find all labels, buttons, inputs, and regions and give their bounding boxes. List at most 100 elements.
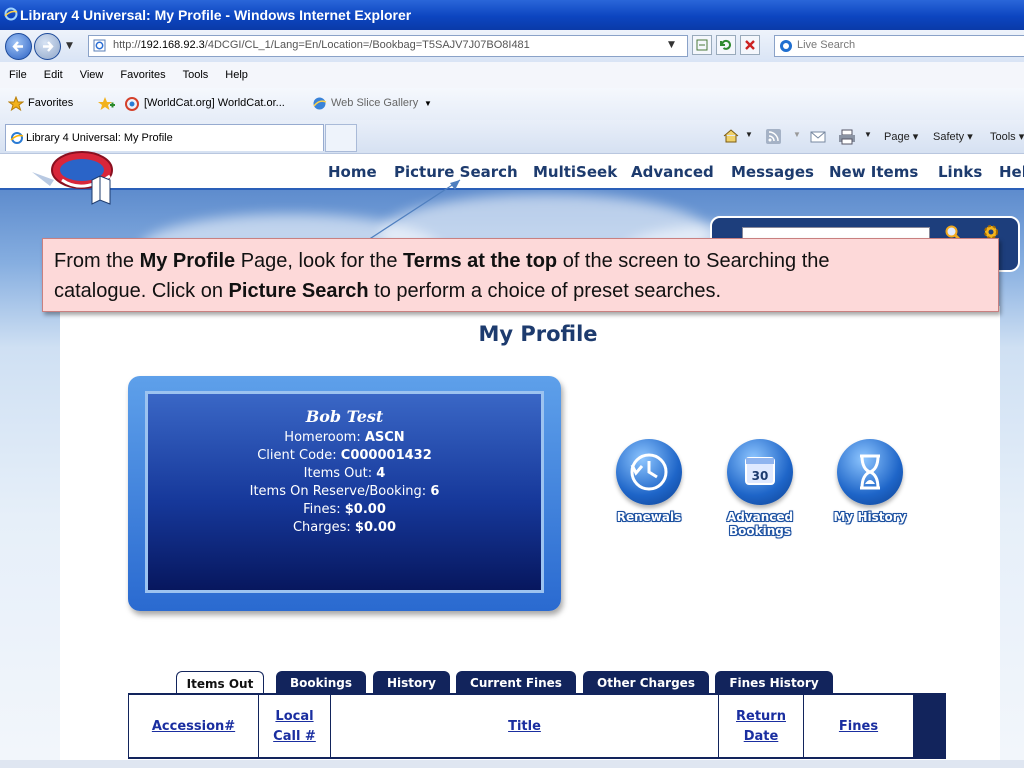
nav-advanced[interactable]: Advanced	[631, 163, 714, 181]
nav-help[interactable]: Hel	[999, 163, 1024, 181]
address-dropdown-icon[interactable]: ▼	[668, 40, 675, 50]
bing-icon	[780, 40, 792, 52]
calendar-day: 30	[752, 469, 769, 483]
tab-ie-icon	[10, 132, 24, 144]
renewals-label: Renewals	[616, 510, 682, 524]
profile-reserve: Items On Reserve/Booking: 6	[249, 484, 440, 499]
menu-file[interactable]: File	[0, 62, 35, 88]
read-mail-icon[interactable]	[810, 130, 826, 144]
items-table: Accession# Local Call # Title Return Date …	[128, 693, 946, 762]
window-titlebar: Library 4 Universal: My Profile - Window…	[0, 0, 1024, 30]
nav-links[interactable]: Links	[938, 163, 982, 181]
profile-card: Bob Test Homeroom: ASCN Client Code: C00…	[128, 376, 561, 611]
stop-button[interactable]	[740, 35, 760, 55]
hourglass-icon	[837, 439, 903, 505]
callout-line-1: From the My Profile Page, look for the T…	[54, 250, 830, 272]
home-icon[interactable]	[722, 128, 740, 144]
col-return-date[interactable]: Return Date	[718, 695, 803, 759]
tab-bookings[interactable]: Bookings	[276, 671, 366, 694]
col-title[interactable]: Title	[330, 695, 718, 759]
forward-arrow-icon	[43, 41, 54, 52]
nav-new-items[interactable]: New Items	[829, 163, 918, 181]
address-url: http://192.168.92.3/4DCGI/CL_1/Lang=En/L…	[113, 39, 530, 51]
web-slice-icon	[313, 97, 327, 110]
nav-home[interactable]: Home	[328, 163, 377, 181]
advanced-bookings-label: Advanced Bookings	[726, 510, 794, 538]
favorite-web-slice-gallery[interactable]: Web Slice Gallery	[331, 97, 418, 109]
print-icon[interactable]	[838, 129, 856, 145]
ie-logo-icon	[4, 7, 18, 21]
browser-tab-bar: Library 4 Universal: My Profile ▼ ▼ ▼ Pa…	[0, 120, 1024, 154]
tab-current-fines[interactable]: Current Fines	[456, 671, 576, 694]
profile-name: Bob Test	[305, 407, 384, 426]
home-dropdown-icon[interactable]: ▼	[745, 130, 753, 139]
profile-client-code: Client Code: C000001432	[257, 448, 432, 463]
menu-edit[interactable]: Edit	[35, 62, 71, 88]
feeds-dropdown-icon[interactable]: ▼	[793, 130, 801, 139]
tab-other-charges[interactable]: Other Charges	[583, 671, 709, 694]
nav-messages[interactable]: Messages	[731, 163, 814, 181]
refresh-button[interactable]	[716, 35, 736, 55]
page-title: My Profile	[478, 322, 598, 346]
my-history-button[interactable]: My History	[825, 439, 915, 524]
back-button[interactable]	[5, 33, 32, 60]
tools-menu[interactable]: Tools ▾	[990, 130, 1024, 143]
worldcat-icon	[125, 97, 139, 111]
new-tab-button[interactable]	[325, 124, 357, 152]
nav-picture-search[interactable]: Picture Search	[394, 163, 518, 181]
stop-icon	[745, 40, 755, 50]
menu-tools[interactable]: Tools	[174, 62, 217, 88]
menu-view[interactable]: View	[71, 62, 112, 88]
instruction-callout: From the My Profile Page, look for the T…	[42, 238, 999, 312]
table-rule	[128, 757, 946, 759]
history-dropdown-icon[interactable]: ▼	[66, 41, 73, 51]
compat-view-icon	[696, 39, 708, 51]
safety-menu[interactable]: Safety ▾	[933, 130, 973, 143]
forward-button[interactable]	[34, 33, 61, 60]
page-icon	[93, 39, 106, 52]
l4u-logo[interactable]	[30, 150, 120, 206]
profile-details: Bob Test Homeroom: ASCN Client Code: C00…	[145, 391, 544, 593]
profile-items-out: Items Out: 4	[303, 466, 386, 481]
col-local-call[interactable]: Local Call #	[258, 695, 330, 759]
favorites-button[interactable]: Favorites	[28, 97, 73, 109]
page-menu[interactable]: Page ▾	[884, 130, 918, 143]
favorites-star-icon	[8, 96, 24, 112]
tab-items-out[interactable]: Items Out	[176, 671, 264, 695]
profile-charges: Charges: $0.00	[292, 520, 397, 535]
slice-gallery-dropdown-icon[interactable]: ▼	[424, 99, 432, 108]
browser-tab-label: Library 4 Universal: My Profile	[26, 132, 173, 144]
add-favorite-icon[interactable]	[97, 96, 115, 112]
renewals-button[interactable]: Renewals	[604, 439, 694, 524]
status-strip	[0, 760, 1024, 768]
callout-line-2: catalogue. Click on Picture Search to pe…	[54, 280, 722, 302]
address-row: ▼ http://192.168.92.3/4DCGI/CL_1/Lang=En…	[0, 30, 1024, 62]
live-search-input[interactable]: Live Search	[774, 35, 1024, 57]
site-nav-bar: Home Picture Search MultiSeek Advanced M…	[0, 154, 1024, 190]
profile-homeroom: Homeroom: ASCN	[284, 430, 405, 445]
tab-history[interactable]: History	[373, 671, 450, 694]
col-spacer	[913, 695, 946, 759]
favorites-bar: Favorites [WorldCat.org] WorldCat.or... …	[0, 88, 1024, 121]
tab-fines-history[interactable]: Fines History	[715, 671, 833, 694]
refresh-icon	[720, 39, 731, 50]
compatibility-view-button[interactable]	[692, 35, 712, 55]
back-arrow-icon	[12, 41, 23, 52]
nav-multiseek[interactable]: MultiSeek	[533, 163, 617, 181]
window-title: Library 4 Universal: My Profile - Window…	[20, 7, 412, 23]
feeds-icon[interactable]	[766, 129, 781, 144]
favorite-worldcat[interactable]: [WorldCat.org] WorldCat.or...	[144, 97, 285, 109]
advanced-bookings-button[interactable]: 30 Advanced Bookings	[715, 439, 805, 538]
menu-help[interactable]: Help	[216, 62, 256, 88]
my-history-label: My History	[833, 510, 907, 524]
renewals-clock-icon	[616, 439, 682, 505]
live-search-placeholder: Live Search	[797, 39, 856, 51]
print-dropdown-icon[interactable]: ▼	[864, 130, 872, 139]
address-bar[interactable]: http://192.168.92.3/4DCGI/CL_1/Lang=En/L…	[88, 35, 688, 57]
menu-favorites[interactable]: Favorites	[111, 62, 173, 88]
col-accession[interactable]: Accession#	[128, 695, 258, 759]
calendar-icon: 30	[727, 439, 793, 505]
browser-tab-active[interactable]: Library 4 Universal: My Profile	[5, 124, 324, 151]
menu-bar: File Edit View Favorites Tools Help	[0, 62, 1024, 89]
col-fines[interactable]: Fines	[803, 695, 913, 759]
